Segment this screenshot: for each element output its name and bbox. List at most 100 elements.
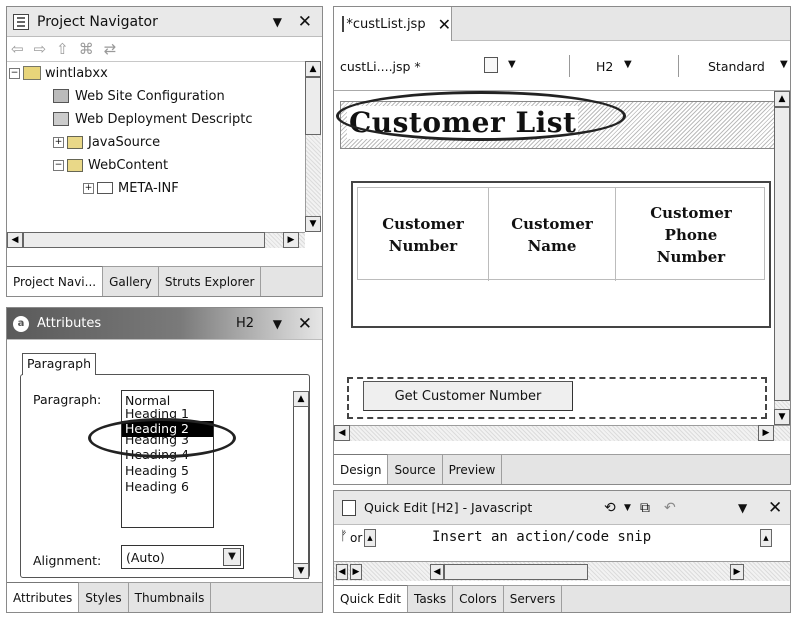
snippet-icon[interactable]: ⧉ <box>640 500 650 516</box>
design-canvas[interactable]: Customer List Customer Number Customer N… <box>334 91 774 425</box>
paragraph-listbox[interactable]: Normal Heading 1 Heading 2 Heading 3 Hea… <box>121 390 214 528</box>
quick-edit-body: ᚠ or ▲ Insert an action/code snip ▲ ◀ ▶ … <box>334 525 790 585</box>
tree-item-meta-inf[interactable]: + META-INF <box>83 177 179 199</box>
scroll-left-icon[interactable]: ◀ <box>336 564 348 580</box>
scroll-up-icon[interactable]: ▲ <box>305 61 321 77</box>
form-area[interactable]: Get Customer Number <box>347 377 767 419</box>
web-folder-icon <box>67 158 83 172</box>
tab-servers[interactable]: Servers <box>504 586 563 612</box>
scroll-up-icon[interactable]: ▲ <box>774 91 790 107</box>
tree-item-webcontent[interactable]: − WebContent <box>53 154 168 176</box>
close-tab-icon[interactable]: ✕ <box>438 15 451 34</box>
project-tree: − wintlabxx Web Site Configuration Web D… <box>7 61 305 232</box>
up-icon[interactable]: ⇧ <box>56 40 69 58</box>
run-script-icon[interactable]: ⟲ <box>604 500 616 516</box>
list-option-heading-5[interactable]: Heading 5 <box>122 463 213 479</box>
run-dropdown-icon[interactable]: ▼ <box>624 503 631 513</box>
collapse-all-icon[interactable]: ⌘ <box>79 40 94 58</box>
scroll-thumb[interactable] <box>774 107 790 401</box>
tree-expander[interactable]: + <box>83 182 94 194</box>
attributes-vertical-scrollbar[interactable]: ▲ ▼ <box>293 391 309 579</box>
alignment-select[interactable]: (Auto) ▼ <box>121 545 244 569</box>
close-icon[interactable]: ✕ <box>298 314 312 334</box>
project-icon <box>23 66 41 80</box>
scroll-left-icon[interactable]: ◀ <box>430 564 444 580</box>
scroll-right-icon[interactable]: ▶ <box>350 564 362 580</box>
reset-icon[interactable]: ↶ <box>664 500 676 516</box>
tree-expander[interactable]: − <box>9 67 20 79</box>
scroll-right-icon[interactable]: ▶ <box>730 564 744 580</box>
table-header-customer-number[interactable]: Customer Number <box>358 188 489 281</box>
tab-thumbnails[interactable]: Thumbnails <box>129 583 212 612</box>
tab-attributes[interactable]: Attributes <box>7 582 80 612</box>
alignment-value: (Auto) <box>126 550 165 565</box>
link-with-editor-icon[interactable]: ⇄ <box>104 40 117 58</box>
format-dropdown-icon[interactable]: ▼ <box>508 59 516 70</box>
editor-file-tab-label: *custList.jsp <box>346 16 426 32</box>
navigator-vertical-scrollbar[interactable]: ▲ ▼ <box>305 61 321 232</box>
customer-table[interactable]: Customer Number Customer Name Customer P… <box>351 181 771 328</box>
table-header-customer-name[interactable]: Customer Name <box>489 188 616 281</box>
quick-edit-tabbar: Quick Edit Tasks Colors Servers <box>334 585 790 612</box>
editor-horizontal-scrollbar[interactable]: ◀ ▶ <box>334 425 790 441</box>
tree-item-label: WebContent <box>88 157 169 173</box>
code-snippet-input[interactable]: Insert an action/code snip <box>432 529 651 545</box>
attributes-icon: a <box>13 315 29 332</box>
event-spinner-icon[interactable]: ▲ <box>364 529 376 547</box>
close-icon[interactable]: ✕ <box>768 498 782 518</box>
scroll-thumb[interactable] <box>23 232 265 248</box>
tree-item-label: Web Site Configuration <box>75 88 225 104</box>
tab-quick-edit[interactable]: Quick Edit <box>334 585 408 612</box>
tab-gallery[interactable]: Gallery <box>103 267 159 296</box>
view-menu-chevron-icon[interactable]: ▼ <box>273 15 282 29</box>
tab-colors[interactable]: Colors <box>453 586 504 612</box>
tab-project-navigator[interactable]: Project Navi... <box>7 266 104 296</box>
tree-item-web-site-config[interactable]: Web Site Configuration <box>53 85 225 107</box>
scroll-left-icon[interactable]: ◀ <box>334 425 350 441</box>
paragraph-format-icon[interactable] <box>484 57 498 73</box>
attributes-title: Attributes <box>37 316 102 331</box>
paragraph-tab[interactable]: Paragraph <box>22 353 97 375</box>
scroll-down-icon[interactable]: ▼ <box>774 409 790 425</box>
mode-dropdown-icon[interactable]: ▼ <box>780 59 788 70</box>
toolbar-separator <box>678 55 679 77</box>
tab-source[interactable]: Source <box>388 455 443 484</box>
list-option-heading-6[interactable]: Heading 6 <box>122 479 213 495</box>
mode-select-value[interactable]: Standard <box>708 59 765 74</box>
quick-edit-horizontal-scrollbar[interactable]: ◀ ▶ ◀ ▶ <box>334 561 790 581</box>
tab-tasks[interactable]: Tasks <box>408 586 454 612</box>
scroll-left-icon[interactable]: ◀ <box>7 232 23 248</box>
event-label[interactable]: or <box>350 531 362 545</box>
tree-item-project[interactable]: − wintlabxx <box>9 62 108 84</box>
close-icon[interactable]: ✕ <box>298 12 312 32</box>
scroll-right-icon[interactable]: ▶ <box>758 425 774 441</box>
view-menu-chevron-icon[interactable]: ▼ <box>738 501 747 515</box>
code-scroll-icon[interactable]: ▲ <box>760 529 772 547</box>
scroll-down-icon[interactable]: ▼ <box>305 216 321 232</box>
editor-file-tab[interactable]: *custList.jsp ✕ <box>334 7 452 41</box>
scroll-up-icon[interactable]: ▲ <box>293 391 309 407</box>
scroll-thumb[interactable] <box>305 77 321 135</box>
tree-item-javasource[interactable]: + JavaSource <box>53 131 160 153</box>
tag-dropdown-icon[interactable]: ▼ <box>624 59 632 70</box>
list-option-normal[interactable]: Normal <box>122 393 213 409</box>
get-customer-number-button[interactable]: Get Customer Number <box>363 381 573 411</box>
tree-expander[interactable]: + <box>53 136 64 148</box>
editor-vertical-scrollbar[interactable]: ▲ ▼ <box>774 91 790 425</box>
tab-styles[interactable]: Styles <box>79 583 129 612</box>
scroll-thumb[interactable] <box>444 564 588 580</box>
scroll-down-icon[interactable]: ▼ <box>293 563 309 579</box>
tab-design[interactable]: Design <box>334 454 389 484</box>
forward-icon[interactable]: ⇨ <box>34 40 47 58</box>
navigator-horizontal-scrollbar[interactable]: ◀ ▶ <box>7 232 305 248</box>
view-menu-chevron-icon[interactable]: ▼ <box>273 317 282 331</box>
tab-struts-explorer[interactable]: Struts Explorer <box>159 267 262 296</box>
back-icon[interactable]: ⇦ <box>11 40 24 58</box>
tree-expander[interactable]: − <box>53 159 64 171</box>
tree-item-web-deployment-descriptor[interactable]: Web Deployment Descriptc <box>53 108 253 130</box>
tab-preview[interactable]: Preview <box>443 455 503 484</box>
dropdown-arrow-icon[interactable]: ▼ <box>223 548 241 566</box>
scroll-right-icon[interactable]: ▶ <box>283 232 299 248</box>
tag-select-value[interactable]: H2 <box>596 59 613 74</box>
table-header-customer-phone[interactable]: Customer Phone Number <box>616 188 766 281</box>
